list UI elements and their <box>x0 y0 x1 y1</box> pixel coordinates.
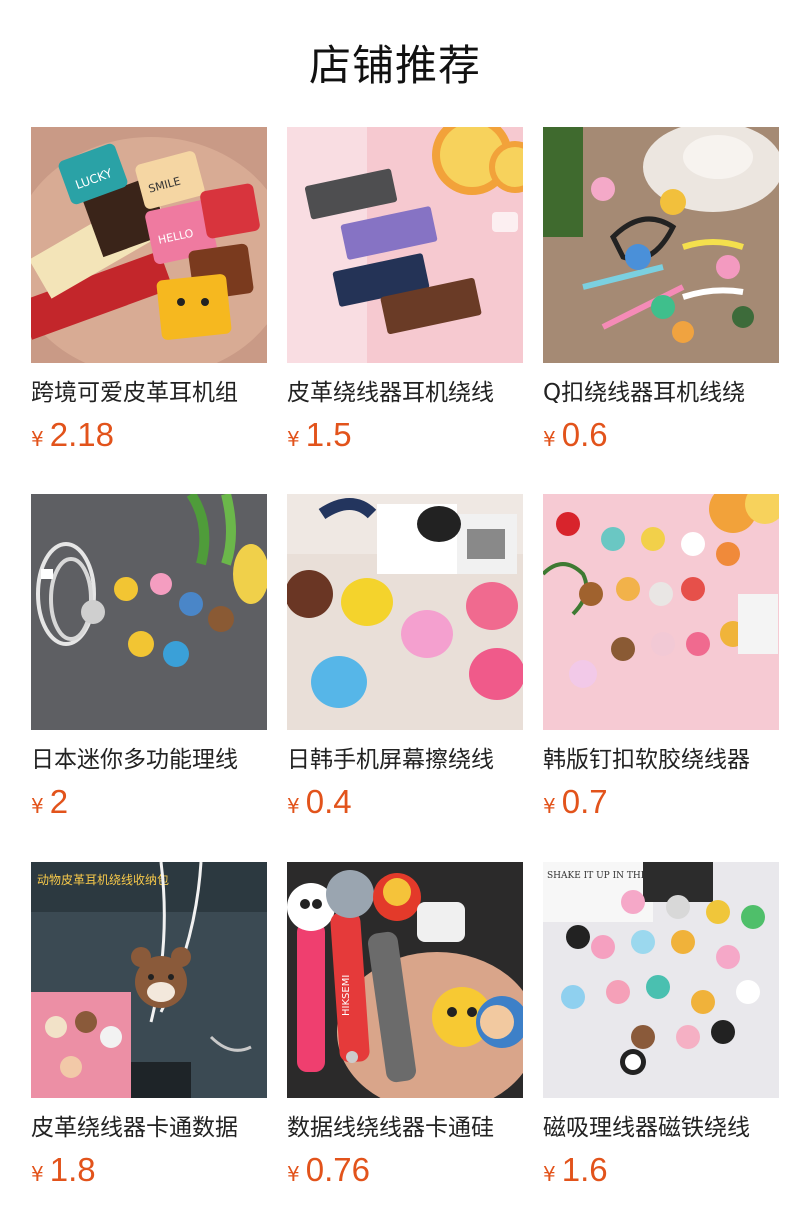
price-value: 1.5 <box>305 416 352 453</box>
price-value: 0.7 <box>561 783 608 820</box>
product-name[interactable]: 日本迷你多功能理线 <box>31 742 267 778</box>
product-image[interactable] <box>287 494 523 730</box>
product-card[interactable]: 韩版钉扣软胶绕线器 ¥0.7 <box>543 494 779 834</box>
product-card[interactable]: 皮革绕线器耳机绕线 ¥1.5 <box>287 127 523 467</box>
product-name[interactable]: Q扣绕线器耳机线绕 <box>543 375 779 411</box>
product-price: ¥0.76 <box>287 1148 523 1192</box>
currency-symbol: ¥ <box>31 427 44 451</box>
currency-symbol: ¥ <box>287 794 300 818</box>
currency-symbol: ¥ <box>287 1162 300 1186</box>
product-card[interactable]: LUCKY SMILE HELLO 跨境可爱皮革耳机组 ¥2.18 <box>31 127 267 467</box>
product-image[interactable]: HIKSEMI <box>287 862 523 1098</box>
product-name[interactable]: 皮革绕线器卡通数据 <box>31 1110 267 1146</box>
product-image[interactable]: 动物皮革耳机绕线收纳包 <box>31 862 267 1098</box>
product-image[interactable] <box>287 127 523 363</box>
product-name[interactable]: 韩版钉扣软胶绕线器 <box>543 742 779 778</box>
image-caption: 动物皮革耳机绕线收纳包 <box>37 873 169 887</box>
product-name[interactable]: 跨境可爱皮革耳机组 <box>31 375 267 411</box>
price-value: 0.4 <box>305 783 352 820</box>
product-price: ¥0.7 <box>543 780 779 824</box>
product-image[interactable]: SHAKE IT UP IN THE MORNINGS <box>543 862 779 1098</box>
price-value: 2.18 <box>49 416 114 453</box>
product-price: ¥2.18 <box>31 413 267 457</box>
product-price: ¥1.8 <box>31 1148 267 1192</box>
product-price: ¥0.4 <box>287 780 523 824</box>
price-value: 1.8 <box>49 1151 96 1188</box>
currency-symbol: ¥ <box>31 1162 44 1186</box>
product-price: ¥1.6 <box>543 1148 779 1192</box>
currency-symbol: ¥ <box>543 1162 556 1186</box>
product-card[interactable]: HIKSEMI 数据线绕线器卡通硅 ¥0.76 <box>287 862 523 1202</box>
currency-symbol: ¥ <box>543 794 556 818</box>
image-caption: HIKSEMI <box>341 975 352 1016</box>
product-name[interactable]: 日韩手机屏幕擦绕线 <box>287 742 523 778</box>
product-name[interactable]: 数据线绕线器卡通硅 <box>287 1110 523 1146</box>
product-card[interactable]: 动物皮革耳机绕线收纳包 皮革绕线器卡通数据 ¥1.8 <box>31 862 267 1202</box>
product-grid: LUCKY SMILE HELLO 跨境可爱皮革耳机组 ¥2.18 皮革绕线器耳… <box>31 127 779 1227</box>
product-name[interactable]: 皮革绕线器耳机绕线 <box>287 375 523 411</box>
product-image[interactable] <box>31 494 267 730</box>
product-price: ¥2 <box>31 780 267 824</box>
product-card[interactable]: SHAKE IT UP IN THE MORNINGS 磁吸理线器磁铁绕线 ¥ … <box>543 862 779 1202</box>
price-value: 0.76 <box>305 1151 370 1188</box>
price-value: 1.6 <box>561 1151 608 1188</box>
product-image[interactable] <box>543 494 779 730</box>
product-card[interactable]: Q扣绕线器耳机线绕 ¥0.6 <box>543 127 779 467</box>
price-value: 0.6 <box>561 416 608 453</box>
product-price: ¥1.5 <box>287 413 523 457</box>
product-image[interactable] <box>543 127 779 363</box>
price-value: 2 <box>49 783 69 820</box>
product-name[interactable]: 磁吸理线器磁铁绕线 <box>543 1110 779 1146</box>
currency-symbol: ¥ <box>543 427 556 451</box>
product-price: ¥0.6 <box>543 413 779 457</box>
product-card[interactable]: 日本迷你多功能理线 ¥2 <box>31 494 267 834</box>
product-image[interactable]: LUCKY SMILE HELLO <box>31 127 267 363</box>
product-card[interactable]: 日韩手机屏幕擦绕线 ¥0.4 <box>287 494 523 834</box>
currency-symbol: ¥ <box>287 427 300 451</box>
section-title: 店铺推荐 <box>308 41 481 90</box>
currency-symbol: ¥ <box>31 794 44 818</box>
